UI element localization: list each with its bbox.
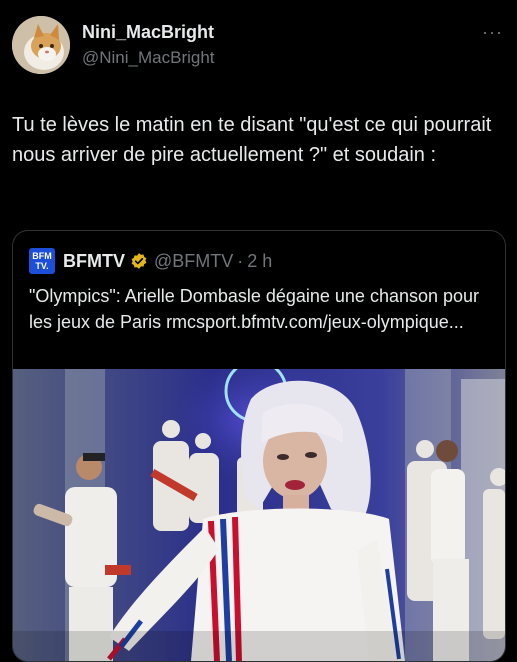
more-horizontal-icon[interactable]: ··· xyxy=(482,22,503,43)
quote-media-image[interactable] xyxy=(13,369,505,661)
author-handle[interactable]: @Nini_MacBright xyxy=(82,48,215,68)
cat-avatar-image xyxy=(12,16,70,74)
quote-separator: · xyxy=(237,250,244,271)
bfmtv-logo-icon[interactable]: BFM TV. xyxy=(29,248,55,274)
quoted-tweet[interactable]: BFM TV. BFMTV @BFMTV · 2 h "Olympics": A… xyxy=(12,230,506,662)
quote-timestamp[interactable]: 2 h xyxy=(247,251,272,272)
quote-header: BFM TV. BFMTV @BFMTV · 2 h xyxy=(29,247,272,275)
quote-author-handle[interactable]: @BFMTV xyxy=(154,251,233,272)
quote-text: "Olympics": Arielle Dombasle dégaine une… xyxy=(29,286,480,332)
performance-scene-image xyxy=(13,369,505,661)
quote-author-name[interactable]: BFMTV xyxy=(63,251,125,272)
verified-badge-icon xyxy=(131,253,147,269)
logo-text-top: BFM xyxy=(32,251,52,261)
tweet-text: Tu te lèves le matin en te disant "qu'es… xyxy=(12,114,497,166)
logo-text-bottom: TV. xyxy=(35,261,49,271)
avatar[interactable] xyxy=(12,16,70,74)
author-display-name[interactable]: Nini_MacBright xyxy=(82,22,214,43)
